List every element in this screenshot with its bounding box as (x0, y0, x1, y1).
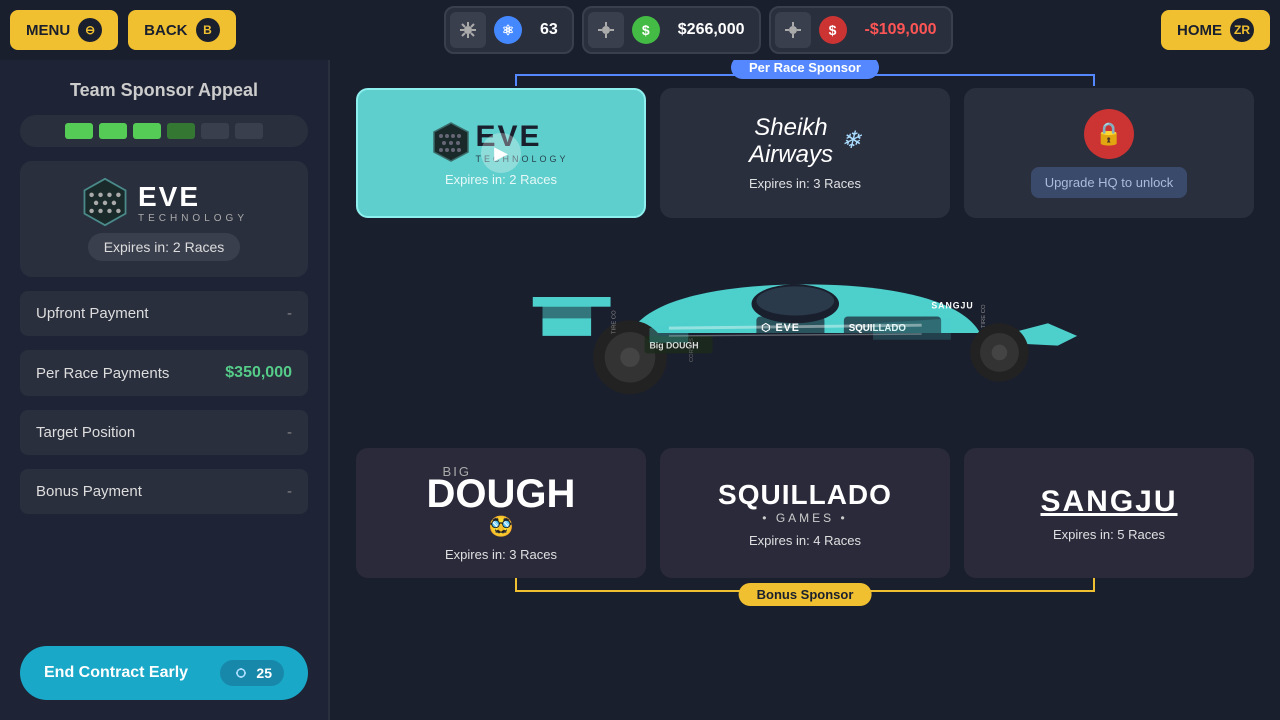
bottom-sponsor-cards: BIG DOUGH 🥸 Expires in: 3 Races SQUILLAD… (330, 448, 1280, 578)
sidebar-title: Team Sponsor Appeal (20, 80, 308, 101)
car-area: TIRE CO TIRE CO ⬡ EVE SQUILLADO SANGJU B… (340, 218, 1270, 448)
end-contract-label: End Contract Early (44, 664, 188, 682)
appeal-icon-3 (133, 123, 161, 139)
sangju-sponsor-card[interactable]: SANGJU Expires in: 5 Races (964, 448, 1254, 578)
top-bar: MENU ⊖ BACK B ⚛ 63 (0, 0, 1280, 60)
atom-icon: ⚛ (494, 16, 522, 44)
bonus-payment-row: Bonus Payment - (20, 469, 308, 514)
virus-stat: ⚛ 63 (444, 6, 574, 54)
sheikh-logo: SheikhAirways ❄ (749, 115, 861, 168)
bigdough-sponsor-card[interactable]: BIG DOUGH 🥸 Expires in: 3 Races (356, 448, 646, 578)
svg-text:SANGJU: SANGJU (931, 301, 973, 311)
menu-label: MENU (26, 22, 70, 39)
loss-icon: $ (819, 16, 847, 44)
money-stat: $ $266,000 (582, 6, 761, 54)
back-button[interactable]: BACK B (128, 10, 235, 50)
appeal-icon-6 (235, 123, 263, 139)
locked-sponsor-card[interactable]: 🔒 Upgrade HQ to unlock (964, 88, 1254, 218)
dollar-icon: $ (632, 16, 660, 44)
play-overlay: ▶ (481, 133, 521, 173)
svg-text:TIRE CO: TIRE CO (611, 310, 617, 334)
sidebar: Team Sponsor Appeal (0, 60, 330, 720)
end-contract-cost: 25 (256, 665, 272, 681)
target-value: - (287, 424, 292, 441)
sheikh-expires: Expires in: 3 Races (749, 176, 861, 191)
loss-value: -$109,000 (855, 21, 947, 39)
svg-text:CORTES: CORTES (689, 338, 695, 362)
per-race-row: Per Race Payments $350,000 (20, 350, 308, 396)
money-value: $266,000 (668, 21, 755, 39)
per-race-value: $350,000 (225, 364, 292, 382)
eve-sub: TECHNOLOGY (138, 213, 248, 224)
menu-button[interactable]: MENU ⊖ (10, 10, 118, 50)
appeal-icon-2 (99, 123, 127, 139)
bonus-sponsor-label: Bonus Sponsor (739, 583, 872, 606)
sangju-logo: SANGJU (1040, 485, 1177, 519)
eve-expires: Expires in: 2 Races (445, 172, 557, 187)
loss-outer-icon (775, 12, 811, 48)
squillado-expires: Expires in: 4 Races (749, 533, 861, 548)
target-label: Target Position (36, 424, 135, 441)
content-area: Per Race Sponsor (330, 60, 1280, 720)
home-badge: ZR (1230, 18, 1254, 42)
eve-name: EVE (138, 181, 248, 213)
eve-sponsor-card[interactable]: EVE TECHNOLOGY ▶ Expires in: 2 Races (356, 88, 646, 218)
virus-value: 63 (530, 21, 568, 39)
loss-stat: $ -$109,000 (769, 6, 953, 54)
upfront-payment-row: Upfront Payment - (20, 291, 308, 336)
main-layout: Team Sponsor Appeal (0, 60, 1280, 720)
bigdough-logo: BIG DOUGH 🥸 (427, 464, 576, 539)
upgrade-hq-button[interactable]: Upgrade HQ to unlock (1031, 167, 1188, 198)
car-svg: TIRE CO TIRE CO ⬡ EVE SQUILLADO SANGJU B… (455, 228, 1155, 438)
back-badge: B (196, 18, 220, 42)
home-label: HOME (1177, 22, 1222, 39)
upfront-value: - (287, 305, 292, 322)
appeal-icon-4 (167, 123, 195, 139)
svg-text:TIRE CO: TIRE CO (981, 304, 987, 328)
end-contract-button[interactable]: End Contract Early 25 (20, 646, 308, 700)
sangju-expires: Expires in: 5 Races (1053, 527, 1165, 542)
appeal-icon-1 (65, 123, 93, 139)
bigdough-expires: Expires in: 3 Races (445, 547, 557, 562)
home-button[interactable]: HOME ZR (1161, 10, 1270, 50)
eve-text-sidebar: EVE TECHNOLOGY (138, 181, 248, 224)
appeal-icon-5 (201, 123, 229, 139)
lock-icon: 🔒 (1084, 109, 1134, 159)
target-position-row: Target Position - (20, 410, 308, 455)
per-race-label: Per Race Payments (36, 365, 169, 382)
bonus-value: - (287, 483, 292, 500)
sidebar-expires: Expires in: 2 Races (88, 233, 241, 261)
bonus-bracket-area: Bonus Sponsor (344, 578, 1266, 608)
squillado-sponsor-card[interactable]: SQUILLADO • GAMES • Expires in: 4 Races (660, 448, 950, 578)
menu-badge: ⊖ (78, 18, 102, 42)
appeal-icons (20, 115, 308, 147)
back-label: BACK (144, 22, 187, 39)
top-sponsor-cards: EVE TECHNOLOGY ▶ Expires in: 2 Races She… (330, 88, 1280, 218)
sponsor-logo-box: EVE TECHNOLOGY Expires in: 2 Races (20, 161, 308, 277)
per-race-sponsor-label: Per Race Sponsor (731, 60, 879, 79)
money-outer-icon (588, 12, 624, 48)
squillado-logo: SQUILLADO • GAMES • (718, 479, 892, 525)
bonus-label: Bonus Payment (36, 483, 142, 500)
eve-logo-sidebar: EVE TECHNOLOGY (80, 177, 248, 227)
sheikh-sponsor-card[interactable]: SheikhAirways ❄ Expires in: 3 Races (660, 88, 950, 218)
upfront-label: Upfront Payment (36, 305, 149, 322)
end-contract-cost-badge: 25 (220, 660, 284, 686)
virus-icon (450, 12, 486, 48)
snowflake-icon: ❄ (841, 127, 861, 156)
